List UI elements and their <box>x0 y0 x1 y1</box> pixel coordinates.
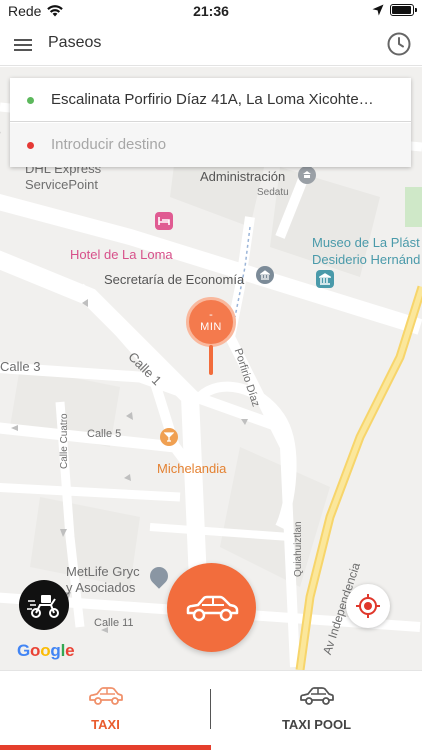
map-label-secretaria: Secretaría de Economía <box>104 272 245 287</box>
tab-taxi-label: TAXI <box>91 717 120 732</box>
page-title: Paseos <box>48 34 102 51</box>
origin-row[interactable]: Escalinata Porfirio Díaz 41A, La Loma Xi… <box>10 78 411 122</box>
map-label-calle3: Calle 3 <box>0 359 41 374</box>
battery-level <box>392 6 411 14</box>
request-ride-button[interactable] <box>167 563 256 652</box>
government-poi-icon[interactable] <box>298 166 316 184</box>
hamburger-icon[interactable] <box>12 34 34 54</box>
google-logo: Google <box>17 641 75 661</box>
pin-eta-value: - <box>209 309 213 321</box>
map-label-museo-2: Desiderio Hernánd <box>312 252 421 267</box>
economy-poi-icon[interactable] <box>256 266 274 284</box>
google-letter: o <box>30 641 41 660</box>
tab-taxi[interactable]: TAXI <box>0 671 211 750</box>
google-letter: o <box>40 641 51 660</box>
destination-input[interactable]: Introducir destino <box>51 136 391 153</box>
location-arrow-icon <box>372 4 384 16</box>
map-label-calle-cuatro: Calle Cuatro <box>59 413 70 469</box>
origin-address[interactable]: Escalinata Porfirio Díaz 41A, La Loma Xi… <box>51 91 391 108</box>
map-label-museo-1: Museo de La Plást <box>312 235 420 250</box>
status-bar: Rede 21:36 <box>0 0 422 22</box>
pickup-pin[interactable]: - MIN <box>186 297 236 379</box>
locate-me-button[interactable] <box>346 584 390 628</box>
destination-row[interactable]: Introducir destino <box>10 123 411 167</box>
bar-poi-icon[interactable] <box>160 428 178 446</box>
map-label-hotel: Hotel de La Loma <box>70 247 173 262</box>
map-label-administracion: Administración <box>200 169 286 184</box>
pickup-pin-eta: - MIN <box>186 297 236 347</box>
map-label-calle5: Calle 5 <box>87 428 122 440</box>
tab-taxi-pool[interactable]: TAXI POOL <box>211 671 422 750</box>
map-label-quiahuiztlan: Quiahuiztlan <box>293 521 304 577</box>
status-time: 21:36 <box>193 3 229 19</box>
map-label-servicepoint: ServicePoint <box>25 177 98 192</box>
status-right <box>372 4 417 16</box>
nav-bar: Paseos <box>0 22 422 66</box>
museum-poi-icon[interactable] <box>316 270 334 288</box>
pin-stem <box>209 345 213 375</box>
google-letter: g <box>50 641 61 660</box>
delivery-scooter-icon[interactable] <box>19 580 69 630</box>
map-label-metlife-1: MetLife Gryc <box>66 564 140 579</box>
map-label-sedatu: Sedatu <box>257 187 289 198</box>
map-label-calle11: Calle 11 <box>94 617 134 629</box>
origin-dot-icon <box>27 97 34 104</box>
car-outline-icon <box>89 687 123 705</box>
hotel-poi-icon[interactable] <box>155 212 173 230</box>
google-letter: G <box>17 641 31 660</box>
clock-icon[interactable] <box>386 31 412 57</box>
battery-icon <box>390 4 417 16</box>
destination-dot-icon <box>27 142 34 149</box>
map-label-michelandia: Michelandia <box>157 461 227 476</box>
car-icon <box>186 595 238 621</box>
crosshair-icon <box>356 594 380 618</box>
pin-eta-unit: MIN <box>200 321 222 333</box>
active-tab-indicator <box>0 745 211 750</box>
map-label-metlife-2: y Asociados <box>66 580 136 595</box>
address-card: Escalinata Porfirio Díaz 41A, La Loma Xi… <box>10 78 411 167</box>
tab-taxi-pool-label: TAXI POOL <box>281 717 352 732</box>
car-outline-icon <box>300 687 334 705</box>
bottom-tab-bar: TAXI TAXI POOL <box>0 670 422 750</box>
google-letter: e <box>65 641 75 660</box>
